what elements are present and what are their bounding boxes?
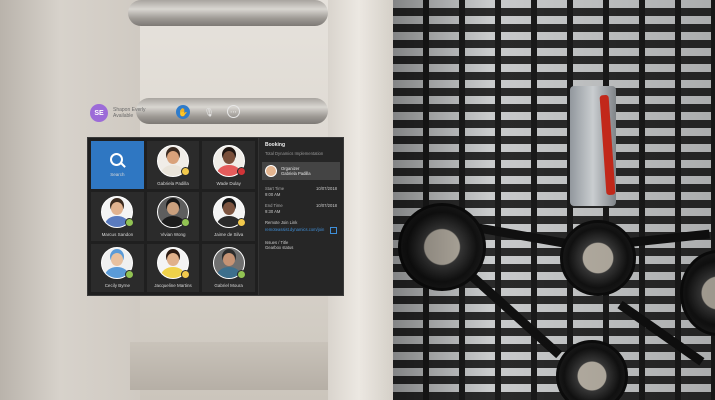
details-pane: Booking Total Dynamics Implementation Or…: [258, 138, 343, 295]
pipe: [128, 0, 328, 26]
presence-badge: [125, 269, 135, 279]
remote-link[interactable]: remoteassist.dynamics.com/join: [265, 227, 324, 234]
contacts-panel: Search Gabriela Padilla Wade Dulay Marcus …: [87, 137, 344, 296]
contact-tile[interactable]: Vivian Wong: [146, 192, 200, 241]
end-label: End Time: [265, 203, 283, 208]
contact-name: Vivian Wong: [160, 231, 186, 237]
start-date: 10/07/2018: [316, 186, 337, 191]
contact-name: Gabriela Padilla: [157, 180, 189, 186]
remote-label: Remote Join Link: [265, 220, 298, 225]
more-icon[interactable]: ⋯: [227, 105, 240, 118]
contact-tile[interactable]: Gabriel Moura: [202, 243, 255, 292]
search-button[interactable]: Search: [91, 141, 144, 190]
contact-tile[interactable]: Jacqueline Martins: [146, 243, 200, 292]
start-label: Start Time: [265, 186, 285, 191]
presence-badge: [180, 269, 190, 279]
start-time: 9:00 AM: [265, 191, 281, 197]
avatar: [265, 165, 277, 177]
user-info: Shapon Everly Available: [113, 107, 153, 119]
avatar[interactable]: SE: [90, 104, 108, 122]
contact-name: Marcus Sandon: [101, 231, 134, 237]
presence-badge: [125, 218, 135, 228]
organizer-name: Gabriela Padilla: [281, 171, 311, 176]
contact-name: Jaime de Silva: [214, 231, 244, 237]
user-bar: SE Shapon Everly Available ✋ 🎙 ⋯: [90, 102, 240, 124]
presence-badge: [236, 218, 246, 228]
search-icon: [109, 153, 126, 168]
presence-badge: [180, 167, 190, 177]
user-status: Available: [113, 113, 134, 119]
ledge: [130, 342, 330, 390]
microphone-icon[interactable]: 🎙: [202, 105, 216, 119]
contact-name: Gabriel Moura: [214, 283, 243, 289]
contacts-grid: Search Gabriela Padilla Wade Dulay Marcus …: [88, 138, 258, 295]
presence-badge: [236, 167, 246, 177]
hand-icon[interactable]: ✋: [176, 105, 190, 119]
contact-tile[interactable]: Marcus Sandon: [91, 192, 144, 241]
presence-badge: [236, 269, 246, 279]
contact-tile[interactable]: Jaime de Silva: [202, 192, 255, 241]
contact-tile[interactable]: Wade Dulay: [202, 141, 255, 190]
presence-badge: [180, 218, 190, 228]
contact-name: Wade Dulay: [216, 180, 241, 186]
contact-tile[interactable]: Cecily Byrne: [91, 243, 144, 292]
details-subtitle: Total Dynamics Implementation: [265, 150, 324, 156]
contact-tile[interactable]: Gabriela Padilla: [146, 141, 200, 190]
copy-icon[interactable]: [330, 226, 337, 234]
end-row: End Time 9:30 AM 10/07/2018: [265, 203, 337, 214]
end-date: 10/07/2018: [316, 203, 337, 208]
contact-name: Cecily Byrne: [104, 283, 130, 289]
organizer-card[interactable]: Organizer Gabriela Padilla: [262, 162, 340, 180]
contact-name: Jacqueline Martins: [154, 283, 192, 289]
issue-value: Gearbox status: [265, 245, 294, 250]
end-time: 9:30 AM: [265, 208, 281, 214]
details-title: Booking: [265, 142, 285, 148]
start-row: Start Time 9:00 AM 10/07/2018: [265, 186, 337, 197]
search-label: Search: [110, 172, 125, 178]
